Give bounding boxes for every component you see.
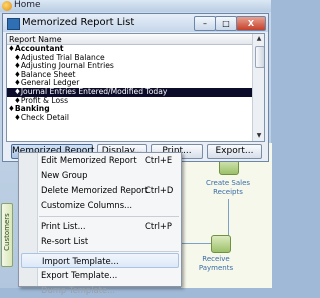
menu-item-label: Customize Columns... (41, 200, 133, 210)
report-list-icon (7, 18, 20, 30)
menu-item-label: Re-sort List (41, 236, 89, 246)
menu-separator (39, 216, 179, 217)
window-titlebar[interactable]: Memorized Report List – □ X (3, 14, 268, 32)
menu-item-label: Print List... (41, 221, 86, 231)
receive-payments-link[interactable]: Receive Payments (191, 255, 241, 273)
menu-item-label: Import Template... (42, 256, 119, 266)
report-row[interactable]: ♦Check Detail (7, 112, 252, 123)
menu-item[interactable]: Export Template... (21, 268, 179, 283)
scroll-thumb[interactable] (255, 46, 264, 68)
create-sales-receipts-link[interactable]: Create Sales Receipts (191, 179, 265, 197)
report-row-label: Check Detail (20, 112, 69, 122)
memorized-report-menu: Edit Memorized Report Ctrl+E New Group Dele… (18, 152, 182, 295)
menu-item-shortcut: Ctrl+E (145, 155, 173, 165)
menu-item[interactable]: Customize Columns... (21, 198, 179, 213)
app-logo-icon (2, 1, 12, 11)
menu-item-label: Export Template... (41, 270, 118, 280)
workflow-panel: Create Sales Receipts Receive Payments (180, 143, 272, 288)
menu-item-label: Dump Template... (41, 285, 116, 295)
menu-item: Dump Template... (21, 283, 179, 298)
menu-item[interactable]: Print List... Ctrl+P (21, 219, 179, 234)
menu-item-shortcut: Ctrl+P (145, 221, 172, 231)
menu-separator (39, 251, 179, 252)
vertical-scrollbar[interactable]: ▲ ▼ (252, 34, 264, 141)
customers-tab-label: Customers (3, 213, 11, 251)
minimize-button[interactable]: – (194, 16, 216, 31)
report-rows: ♦Accountant ♦Adjusted Trial Balance ♦Adjus… (7, 44, 252, 123)
scroll-down-icon[interactable]: ▼ (253, 131, 264, 141)
window-title: Memorized Report List (22, 17, 135, 28)
bullet-icon: ♦ (14, 112, 21, 122)
receive-payments-icon[interactable] (211, 235, 231, 253)
menu-item[interactable]: Edit Memorized Report Ctrl+E (21, 153, 179, 168)
report-list: Report Name ♦Accountant ♦Adjusted Trial B… (6, 33, 265, 142)
close-button[interactable]: X (236, 16, 266, 31)
customers-tab[interactable]: Customers (1, 203, 13, 267)
menu-item[interactable]: New Group (21, 168, 179, 183)
menu-item-shortcut: Ctrl+D (145, 185, 174, 195)
menu-item-label: Edit Memorized Report (41, 155, 137, 165)
app-title: Home (14, 0, 41, 10)
menu-item-label: Delete Memorized Report (41, 185, 148, 195)
menu-item-label: New Group (41, 170, 88, 180)
menu-item[interactable]: Delete Memorized Report Ctrl+D (21, 183, 179, 198)
export-button[interactable]: Export... (207, 144, 262, 159)
menu-item[interactable]: Re-sort List (21, 234, 179, 249)
memorized-report-list-window: Memorized Report List – □ X Report Name … (2, 13, 269, 162)
menu-item[interactable]: Import Template... (21, 253, 179, 268)
maximize-button[interactable]: □ (215, 16, 237, 31)
workflow-connector (181, 243, 211, 244)
scroll-up-icon[interactable]: ▲ (253, 34, 264, 44)
